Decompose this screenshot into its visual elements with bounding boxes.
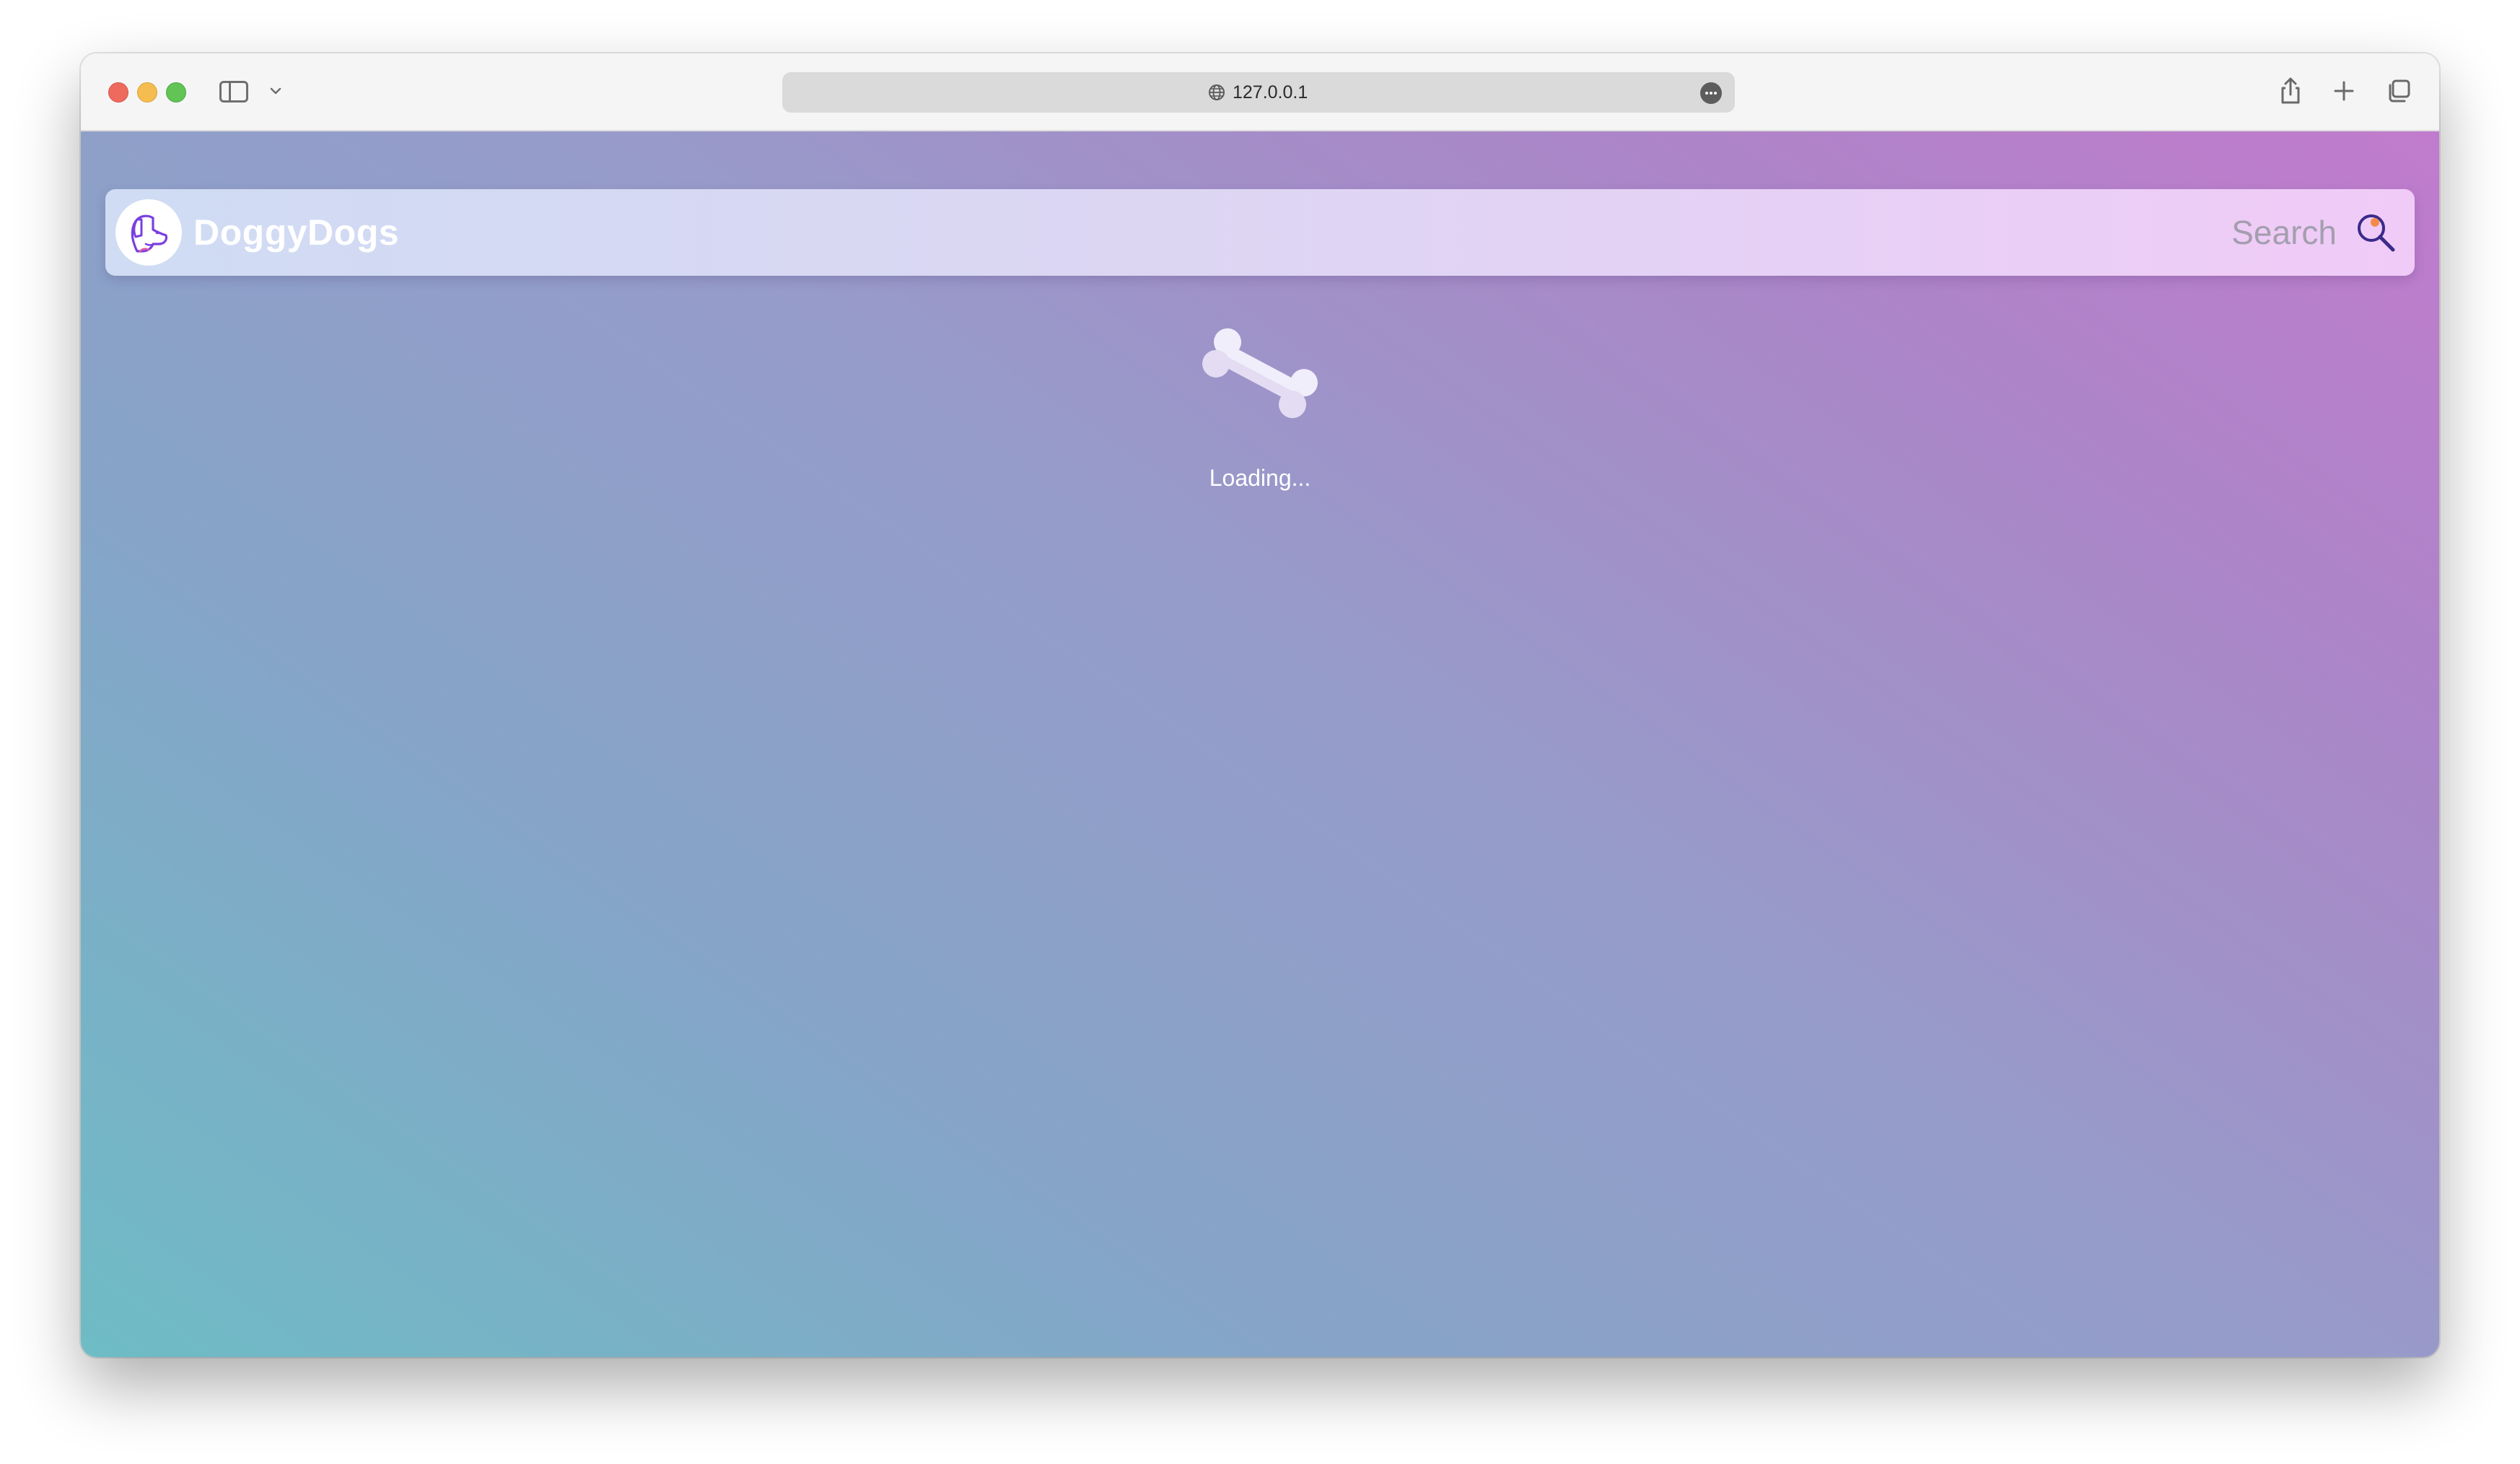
browser-toolbar: 127.0.0.1 — [81, 53, 2439, 131]
brand-name[interactable]: DoggyDogs — [193, 189, 399, 276]
url-text[interactable]: 127.0.0.1 — [1233, 72, 1308, 113]
site-header: DoggyDogs Search — [105, 189, 2415, 276]
zoom-window-button[interactable] — [166, 82, 186, 103]
loading-indicator: Loading... — [81, 319, 2439, 492]
tab-overview-icon[interactable] — [2383, 75, 2415, 107]
loading-text: Loading... — [1209, 465, 1311, 491]
plus-icon[interactable] — [2328, 75, 2360, 107]
search-control[interactable]: Search — [2231, 189, 2400, 276]
page-content: DoggyDogs Search Loading... — [81, 131, 2439, 1357]
search-label[interactable]: Search — [2231, 213, 2337, 252]
close-window-button[interactable] — [108, 82, 128, 103]
address-bar[interactable]: 127.0.0.1 — [782, 72, 1735, 113]
sidebar-icon[interactable] — [219, 81, 248, 103]
globe-icon — [1209, 84, 1225, 100]
magnifier-icon[interactable] — [2351, 208, 2400, 257]
share-icon[interactable] — [2275, 75, 2306, 107]
more-icon[interactable] — [1700, 82, 1722, 104]
screen: 127.0.0.1 DoggyDogs Search Loading... — [0, 0, 2520, 1464]
dog-head-icon[interactable] — [115, 199, 182, 266]
bone-icon — [1188, 319, 1332, 427]
browser-window: 127.0.0.1 DoggyDogs Search Loading... — [81, 53, 2439, 1357]
minimize-window-button[interactable] — [137, 82, 157, 103]
chevron-down-icon[interactable] — [267, 82, 284, 100]
